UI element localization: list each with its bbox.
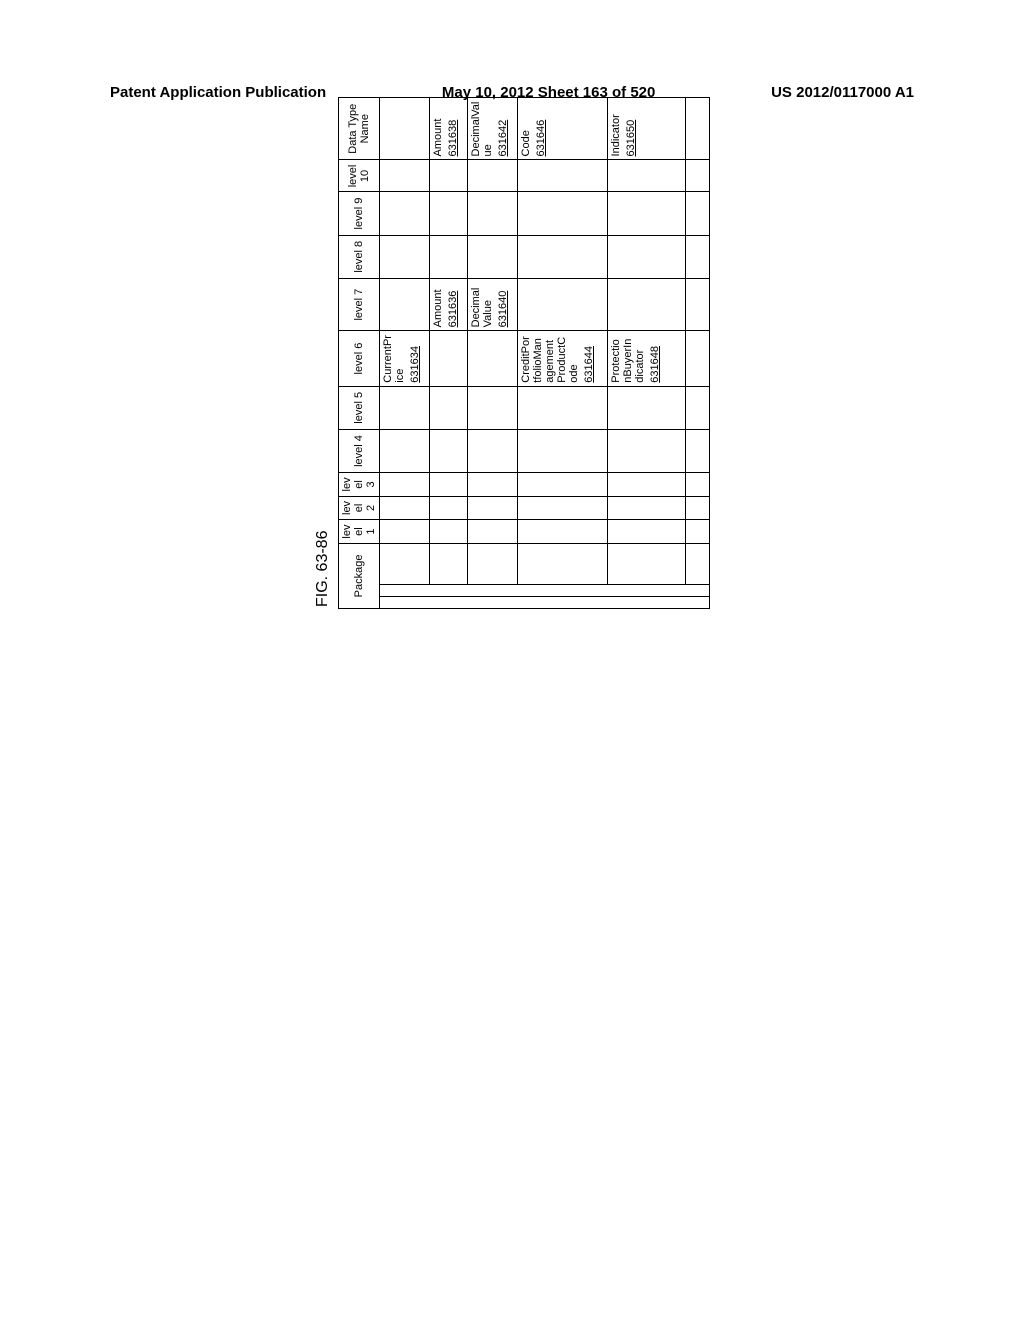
refnum: 631634 [409,334,421,382]
header-right: US 2012/0117000 A1 [771,84,914,101]
col-level2: level 2 [339,496,380,520]
refnum: 631650 [625,101,637,156]
col-datatype: Data Type Name [339,98,380,160]
table-row: ProtectionBuyerIndicator 631648 Indicato… [608,98,686,609]
col-package: Package [339,543,380,608]
cell-dtn: Amount 631638 [430,98,468,160]
refnum: 631648 [649,334,661,382]
col-level3: level 3 [339,473,380,497]
col-level8: level 8 [339,235,380,278]
table-row: CurrentPrice 631634 [380,98,430,609]
cell-l7: DecimalValue 631640 [468,278,518,331]
table-row: Amount 631636 Amount 631638 [430,98,468,609]
table-row [686,98,710,609]
cell-l7: Amount 631636 [430,278,468,331]
cell-dtn: Indicator 631650 [608,98,686,160]
col-level4: level 4 [339,429,380,472]
rotated-content: FIG. 63-86 Package level 1 level 2 level… [314,97,710,609]
col-level10: level 10 [339,160,380,192]
refnum: 631640 [497,282,509,328]
table-row: CreditPortfolioManagementProductCode 631… [518,98,608,609]
refnum: 631636 [447,282,459,328]
table-header-row: Package level 1 level 2 level 3 level 4 … [339,98,380,609]
col-level5: level 5 [339,386,380,429]
figure-label: FIG. 63-86 [314,97,332,607]
data-table: Package level 1 level 2 level 3 level 4 … [338,97,710,609]
refnum: 631638 [447,101,459,156]
cell-l6: CreditPortfolioManagementProductCode 631… [518,331,608,386]
col-level1: level 1 [339,520,380,544]
header-left: Patent Application Publication [110,84,326,101]
cell-l6: ProtectionBuyerIndicator 631648 [608,331,686,386]
col-level7: level 7 [339,278,380,331]
col-level9: level 9 [339,192,380,235]
cell-dtn: Code 631646 [518,98,608,160]
table-row: DecimalValue 631640 DecimalValue 631642 [468,98,518,609]
refnum: 631642 [497,101,509,156]
refnum: 631646 [535,101,547,156]
refnum: 631644 [583,334,595,382]
col-level6: level 6 [339,331,380,386]
cell-l6: CurrentPrice 631634 [380,331,430,386]
cell-dtn: DecimalValue 631642 [468,98,518,160]
